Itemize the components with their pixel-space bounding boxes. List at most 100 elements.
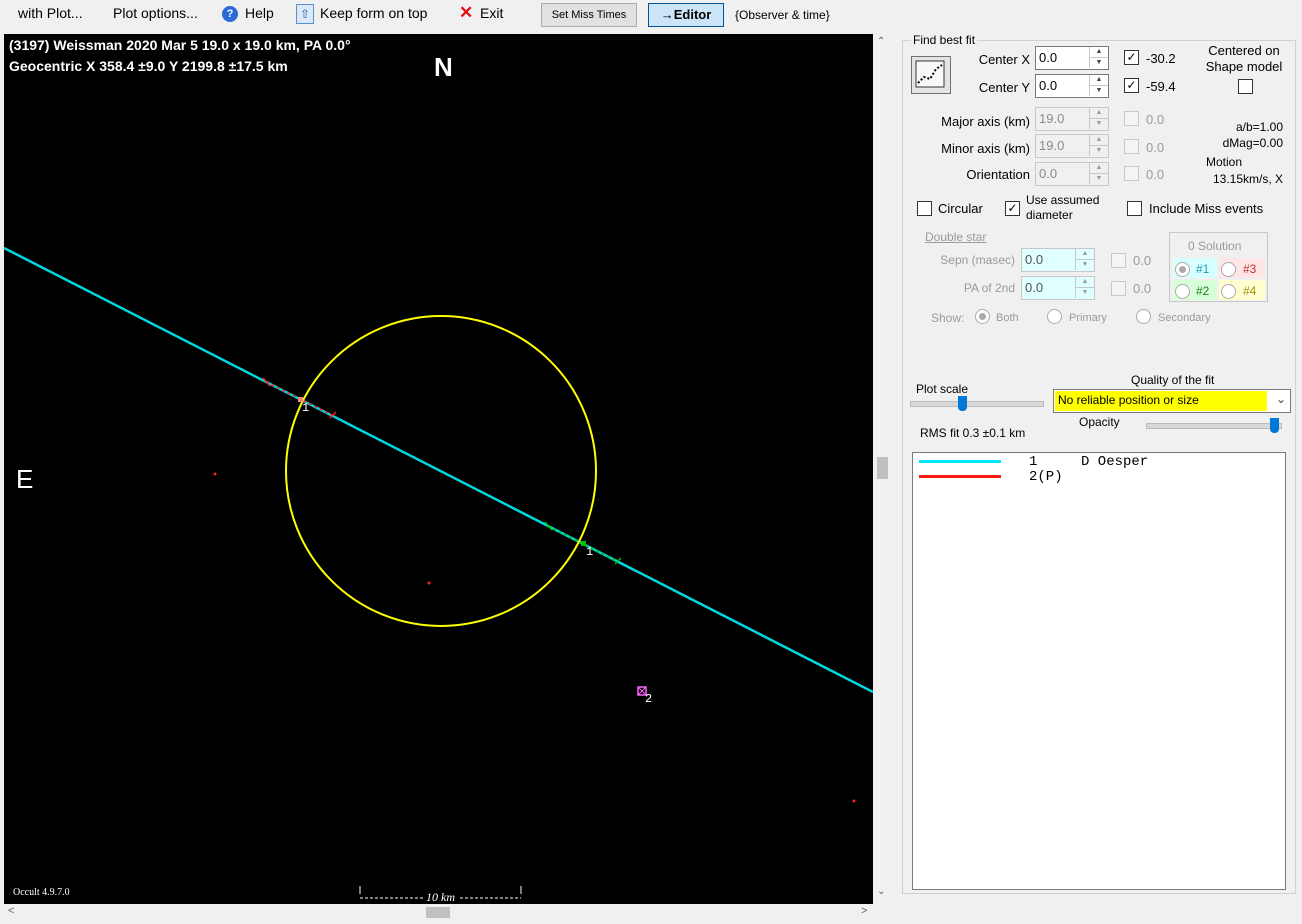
circular-label: Circular <box>938 201 983 216</box>
chevron-down-icon[interactable]: ⌄ <box>1276 392 1286 406</box>
keep-on-top-icon[interactable]: ⇧ <box>296 4 314 24</box>
opacity-thumb[interactable] <box>1270 418 1279 433</box>
find-best-fit-button[interactable] <box>911 56 951 94</box>
spin-up-icon[interactable]: ▲ <box>1075 277 1094 287</box>
plot-scale-track[interactable] <box>910 401 1044 407</box>
exit-icon[interactable]: ✕ <box>459 3 473 23</box>
show-primary-radio[interactable] <box>1047 309 1062 324</box>
menu-help[interactable]: Help <box>245 5 274 21</box>
opacity-track[interactable] <box>1146 423 1282 429</box>
major-axis-spinner[interactable]: ▲ ▼ <box>1035 107 1109 131</box>
orientation-input[interactable] <box>1036 163 1088 183</box>
menu-observer-time[interactable]: {Observer & time} <box>735 8 830 22</box>
east-label: E <box>16 464 34 494</box>
opacity-label: Opacity <box>1079 415 1120 429</box>
spin-down-icon[interactable]: ▼ <box>1089 173 1108 184</box>
center-x-label: Center X <box>978 52 1030 67</box>
ab-ratio: a/b=1.00 <box>1235 120 1283 134</box>
show-label: Show: <box>931 311 965 325</box>
horizontal-scrollbar[interactable]: < > <box>4 904 873 922</box>
minor-axis-checkbox[interactable] <box>1124 139 1139 154</box>
center-x-checkbox[interactable]: ✓ <box>1124 50 1139 65</box>
quality-label: Quality of the fit <box>1131 373 1215 387</box>
spin-up-icon[interactable]: ▲ <box>1075 249 1094 259</box>
spin-up-icon[interactable]: ▲ <box>1089 47 1108 57</box>
center-y-spinner[interactable]: ▲ ▼ <box>1035 74 1109 98</box>
sepn-spinner[interactable]: ▲ ▼ <box>1021 248 1095 272</box>
scroll-down-icon[interactable]: ⌄ <box>877 886 885 897</box>
solution-3-radio[interactable] <box>1221 262 1236 277</box>
pa2-checkbox[interactable] <box>1111 281 1126 296</box>
use-assumed-diameter-checkbox[interactable]: ✓ <box>1005 201 1020 216</box>
solution-3-label: #3 <box>1243 262 1257 276</box>
solution-1-radio[interactable] <box>1175 262 1190 277</box>
spin-down-icon[interactable]: ▼ <box>1075 287 1094 298</box>
set-miss-times-button[interactable]: Set Miss Times <box>541 3 637 27</box>
editor-button[interactable]: →Editor <box>648 3 724 27</box>
orientation-spinner[interactable]: ▲ ▼ <box>1035 162 1109 186</box>
minor-axis-input[interactable] <box>1036 135 1088 155</box>
center-y-checkbox[interactable]: ✓ <box>1124 78 1139 93</box>
show-secondary-radio[interactable] <box>1136 309 1151 324</box>
spin-up-icon[interactable]: ▲ <box>1089 75 1108 85</box>
solution-4-radio[interactable] <box>1221 284 1236 299</box>
pa2-input[interactable] <box>1022 277 1074 297</box>
scroll-left-icon[interactable]: < <box>8 905 14 917</box>
menu-keep-form-on-top[interactable]: Keep form on top <box>320 5 427 21</box>
vertical-scrollbar[interactable]: ⌃ ⌄ <box>873 34 893 904</box>
menu-exit[interactable]: Exit <box>480 5 503 21</box>
pa2-spinner[interactable]: ▲ ▼ <box>1021 276 1095 300</box>
scroll-right-icon[interactable]: > <box>861 905 867 917</box>
rms-fit: RMS fit 0.3 ±0.1 km <box>920 426 1026 440</box>
legend-num-2: 2(P) <box>1029 469 1063 485</box>
red-dot <box>852 799 856 803</box>
spin-down-icon[interactable]: ▼ <box>1089 85 1108 96</box>
quality-value: No reliable position or size <box>1058 393 1199 407</box>
spin-down-icon[interactable]: ▼ <box>1089 145 1108 156</box>
sepn-checkbox[interactable] <box>1111 253 1126 268</box>
solution-1-label: #1 <box>1196 262 1210 276</box>
menu-plot-options[interactable]: Plot options... <box>113 5 198 21</box>
center-y-result: -59.4 <box>1146 79 1176 94</box>
major-axis-input[interactable] <box>1036 108 1088 128</box>
minor-axis-spinner[interactable]: ▲ ▼ <box>1035 134 1109 158</box>
scroll-up-icon[interactable]: ⌃ <box>877 36 885 47</box>
spin-up-icon[interactable]: ▲ <box>1089 108 1108 118</box>
plot-scale-thumb[interactable] <box>958 396 967 411</box>
use-assumed-diameter-label: Use assumed diameter <box>1026 193 1100 222</box>
centered-on-shape-checkbox[interactable] <box>1238 79 1253 94</box>
motion-label: Motion <box>1206 155 1243 169</box>
chord-label-disappear: 1 <box>302 401 310 415</box>
menu-with-plot[interactable]: with Plot... <box>18 5 83 21</box>
legend-line-2 <box>919 475 1001 478</box>
include-miss-checkbox[interactable] <box>1127 201 1142 216</box>
major-axis-checkbox[interactable] <box>1124 111 1139 126</box>
center-x-spinner[interactable]: ▲ ▼ <box>1035 46 1109 70</box>
quality-dropdown[interactable]: No reliable position or size ⌄ <box>1053 389 1291 413</box>
circular-checkbox[interactable] <box>917 201 932 216</box>
vertical-scroll-thumb[interactable] <box>877 457 888 479</box>
double-star-label[interactable]: Double star <box>925 230 986 244</box>
red-dot <box>213 472 217 476</box>
pa2-label: PA of 2nd <box>963 281 1015 295</box>
show-both-radio[interactable] <box>975 309 990 324</box>
sepn-input[interactable] <box>1022 249 1074 269</box>
help-icon[interactable]: ? <box>222 6 238 22</box>
spin-down-icon[interactable]: ▼ <box>1075 259 1094 270</box>
major-axis-label: Major axis (km) <box>941 114 1030 129</box>
center-y-input[interactable] <box>1036 75 1088 95</box>
spin-up-icon[interactable]: ▲ <box>1089 135 1108 145</box>
miss-label: 2 <box>645 692 653 706</box>
horizontal-scroll-thumb[interactable] <box>426 907 450 918</box>
occultation-plot[interactable]: (3197) Weissman 2020 Mar 5 19.0 x 19.0 k… <box>4 34 873 904</box>
centered-on-shape-label: Centered on Shape model <box>1205 43 1283 74</box>
center-x-input[interactable] <box>1036 47 1088 67</box>
solution-4-label: #4 <box>1243 284 1257 298</box>
motion-value: 13.15km/s, X <box>1212 172 1283 186</box>
spin-down-icon[interactable]: ▼ <box>1089 118 1108 129</box>
solution-2-radio[interactable] <box>1175 284 1190 299</box>
spin-down-icon[interactable]: ▼ <box>1089 57 1108 68</box>
orientation-checkbox[interactable] <box>1124 166 1139 181</box>
observer-legend[interactable]: 1 D Oesper 2(P) <box>912 452 1286 890</box>
spin-up-icon[interactable]: ▲ <box>1089 163 1108 173</box>
